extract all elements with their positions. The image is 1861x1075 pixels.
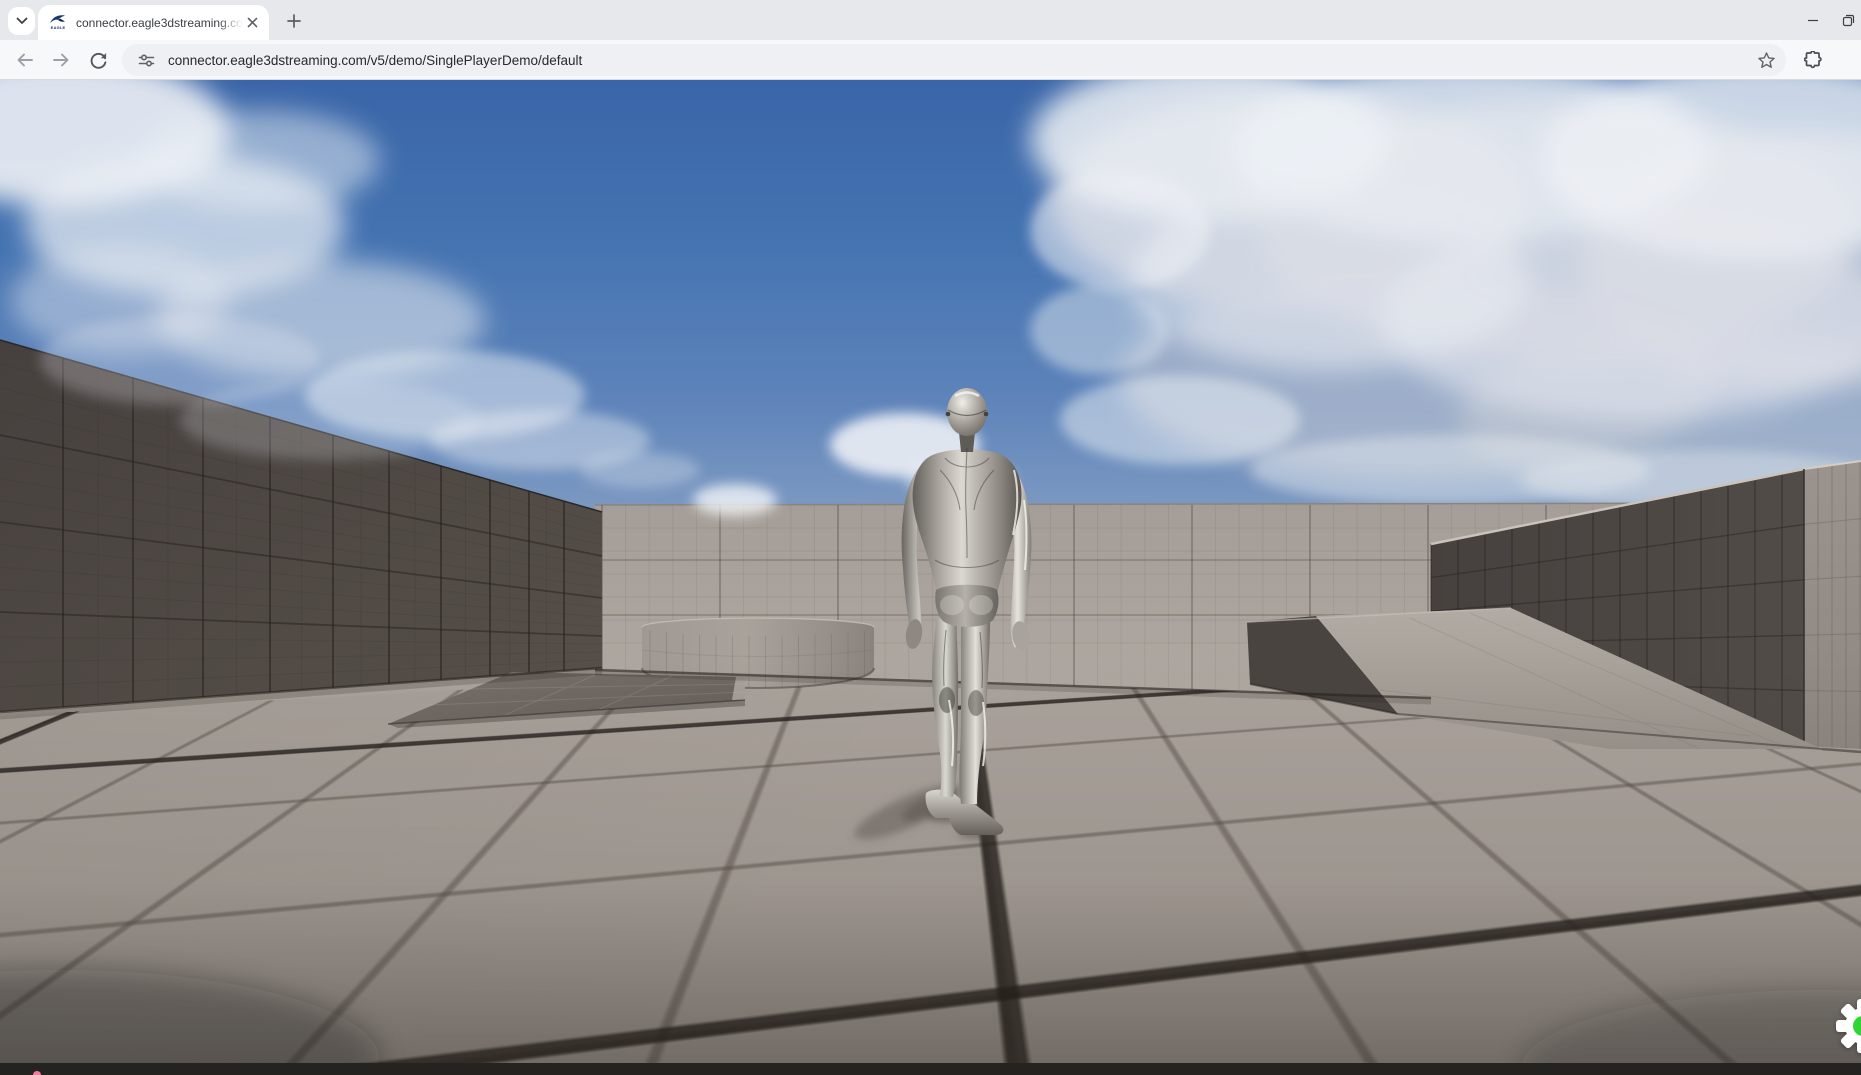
- extensions-button[interactable]: [1796, 43, 1830, 77]
- tab-title: connector.eagle3dstreaming.co: [76, 16, 243, 30]
- taskbar-edge: [0, 1063, 1861, 1075]
- back-button[interactable]: [8, 43, 42, 77]
- minimize-button[interactable]: [1791, 0, 1835, 40]
- star-outline-icon: [1757, 51, 1776, 70]
- site-info-button[interactable]: [134, 48, 158, 72]
- browser-tab[interactable]: EAGLE connector.eagle3dstreaming.co: [38, 5, 269, 40]
- minimize-icon: [1807, 14, 1819, 26]
- gear-with-green-dot-icon: [1835, 998, 1861, 1054]
- plus-icon: [287, 14, 301, 28]
- arrow-left-icon: [16, 51, 34, 69]
- floor-shading: [0, 660, 1861, 1063]
- reload-icon: [89, 51, 108, 70]
- reload-button[interactable]: [81, 43, 115, 77]
- restore-window-icon: [1842, 14, 1855, 27]
- tune-sliders-icon: [138, 52, 155, 69]
- restore-button[interactable]: [1835, 0, 1861, 40]
- tab-search-button[interactable]: [8, 7, 35, 35]
- tab-close-button[interactable]: [243, 14, 261, 32]
- url-bar[interactable]: connector.eagle3dstreaming.com/v5/demo/S…: [122, 44, 1786, 76]
- browser-toolbar: connector.eagle3dstreaming.com/v5/demo/S…: [0, 40, 1861, 80]
- arrow-right-icon: [52, 51, 70, 69]
- scene-3d: [0, 80, 1861, 1063]
- browser-window: EAGLE connector.eagle3dstreaming.co: [0, 0, 1861, 1075]
- streaming-settings-gear-button[interactable]: [1835, 998, 1861, 1054]
- url-text[interactable]: connector.eagle3dstreaming.com/v5/demo/S…: [168, 53, 1754, 68]
- close-icon: [247, 17, 258, 28]
- bookmark-star-button[interactable]: [1754, 48, 1778, 72]
- taskbar-accent-dot: [33, 1071, 41, 1075]
- window-controls: [1791, 0, 1861, 40]
- eagle-favicon-icon: EAGLE: [48, 14, 68, 32]
- new-tab-button[interactable]: [282, 9, 306, 33]
- game-viewport[interactable]: [0, 80, 1861, 1063]
- chevron-down-icon: [16, 17, 28, 25]
- puzzle-piece-icon: [1804, 51, 1823, 70]
- tab-strip: EAGLE connector.eagle3dstreaming.co: [0, 0, 1861, 40]
- forward-button[interactable]: [44, 43, 78, 77]
